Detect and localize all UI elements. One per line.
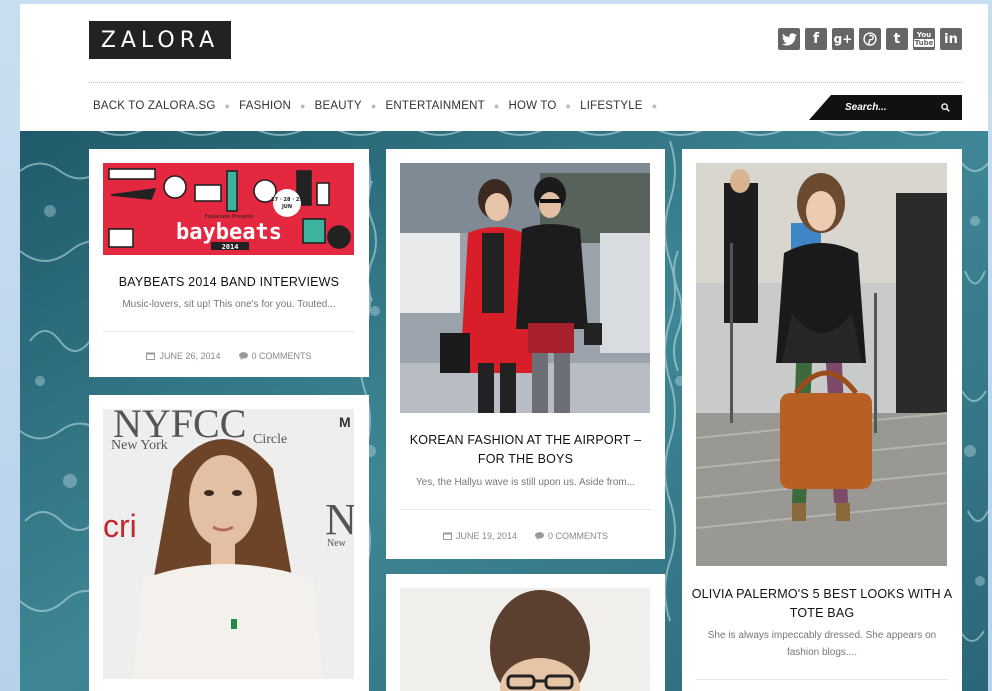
tumblr-icon[interactable]: t xyxy=(886,28,908,50)
post-thumbnail-partial[interactable] xyxy=(400,588,650,691)
comment-icon xyxy=(535,532,545,540)
card-divider xyxy=(696,679,948,680)
google-plus-icon[interactable]: g+ xyxy=(832,28,854,50)
post-thumbnail-olivia-palermo[interactable] xyxy=(696,163,947,566)
backdrop-text-new: New xyxy=(327,538,347,549)
post-comments[interactable]: 0 COMMENTS xyxy=(252,351,312,361)
post-date: JUNE 19, 2014 xyxy=(455,531,518,541)
post-thumbnail-red-carpet[interactable]: NYFCC New York Circle cri N New M xyxy=(103,409,354,679)
post-thumbnail-baybeats[interactable]: 27 · 28 · 29 JUN Esplanade Presents bayb… xyxy=(103,163,354,255)
post-title[interactable]: KOREAN FASHION AT THE AIRPORT – FOR THE B… xyxy=(386,431,665,469)
nav-beauty[interactable]: BEAUTY xyxy=(315,100,362,112)
facebook-icon[interactable]: f xyxy=(805,28,827,50)
post-title[interactable]: BAYBEATS 2014 BAND INTERVIEWS xyxy=(89,273,369,292)
card-divider xyxy=(400,509,651,510)
backdrop-text-cri: cri xyxy=(103,508,137,544)
post-meta: JUNE 19, 2014 0 COMMENTS xyxy=(386,531,665,541)
post-excerpt: Music-lovers, sit up! This one's for you… xyxy=(122,299,336,310)
nav-separator: ● xyxy=(493,101,500,111)
post-card-baybeats[interactable]: 27 · 28 · 29 JUN Esplanade Presents bayb… xyxy=(89,149,369,377)
backdrop-text-circle: Circle xyxy=(253,432,287,447)
social-links: f g+ t You Tube in xyxy=(778,28,962,50)
banner-year: 2014 xyxy=(222,243,239,251)
nav-lifestyle[interactable]: LIFESTYLE xyxy=(580,100,643,112)
backdrop-text-n: N xyxy=(325,495,354,544)
nav-separator: ● xyxy=(224,101,231,111)
post-card-korean-fashion[interactable]: KOREAN FASHION AT THE AIRPORT – FOR THE B… xyxy=(386,149,665,559)
backdrop-text-m: M xyxy=(339,414,351,430)
post-date: JUNE 26, 2014 xyxy=(159,351,221,361)
comment-icon xyxy=(238,352,248,360)
post-card-partial[interactable] xyxy=(386,574,665,691)
nav-entertainment[interactable]: ENTERTAINMENT xyxy=(386,100,485,112)
search-icon[interactable] xyxy=(941,103,950,112)
calendar-icon xyxy=(442,532,452,540)
post-excerpt: Yes, the Hallyu wave is still upon us. A… xyxy=(415,477,636,488)
main-nav: BACK TO ZALORA.SG ● FASHION ● BEAUTY ● E… xyxy=(93,100,666,112)
nav-how-to[interactable]: HOW TO xyxy=(508,100,556,112)
zalora-logo[interactable]: ZALORA xyxy=(89,21,231,59)
site-container: ZALORA f g+ t You Tube in BACK TO ZALORA… xyxy=(20,4,988,691)
search-box xyxy=(809,95,962,120)
nav-separator: ● xyxy=(565,101,572,111)
nav-separator: ● xyxy=(300,101,306,111)
banner-month: JUN xyxy=(281,204,292,210)
post-thumbnail-korean-fashion[interactable] xyxy=(400,163,650,413)
linkedin-icon[interactable]: in xyxy=(940,28,962,50)
search-input[interactable] xyxy=(843,101,927,114)
post-comments[interactable]: 0 COMMENTS xyxy=(548,531,608,541)
nav-separator: ● xyxy=(651,101,658,111)
post-meta: JUNE 26, 2014 0 COMMENTS xyxy=(89,351,369,361)
post-title[interactable]: OLIVIA PALERMO'S 5 BEST LOOKS WITH A TOTE… xyxy=(682,585,962,623)
banner-dates: 27 · 28 · 29 xyxy=(271,197,303,203)
youtube-icon[interactable]: You Tube xyxy=(913,28,935,50)
twitter-icon[interactable] xyxy=(778,28,800,50)
backdrop-text-newyork: New York xyxy=(111,438,168,453)
calendar-icon xyxy=(146,352,156,360)
post-excerpt: She is always impeccably dressed. She ap… xyxy=(707,630,937,658)
card-divider xyxy=(103,331,355,332)
post-card-red-carpet[interactable]: NYFCC New York Circle cri N New M xyxy=(89,395,369,691)
nav-back-to-zalora[interactable]: BACK TO ZALORA.SG xyxy=(93,100,215,112)
post-card-olivia-palermo[interactable]: OLIVIA PALERMO'S 5 BEST LOOKS WITH A TOTE… xyxy=(682,149,962,691)
pinterest-icon[interactable] xyxy=(859,28,881,50)
nav-separator: ● xyxy=(370,101,377,111)
nav-fashion[interactable]: FASHION xyxy=(239,100,291,112)
header-divider xyxy=(89,82,962,83)
banner-title: baybeats xyxy=(176,220,282,245)
